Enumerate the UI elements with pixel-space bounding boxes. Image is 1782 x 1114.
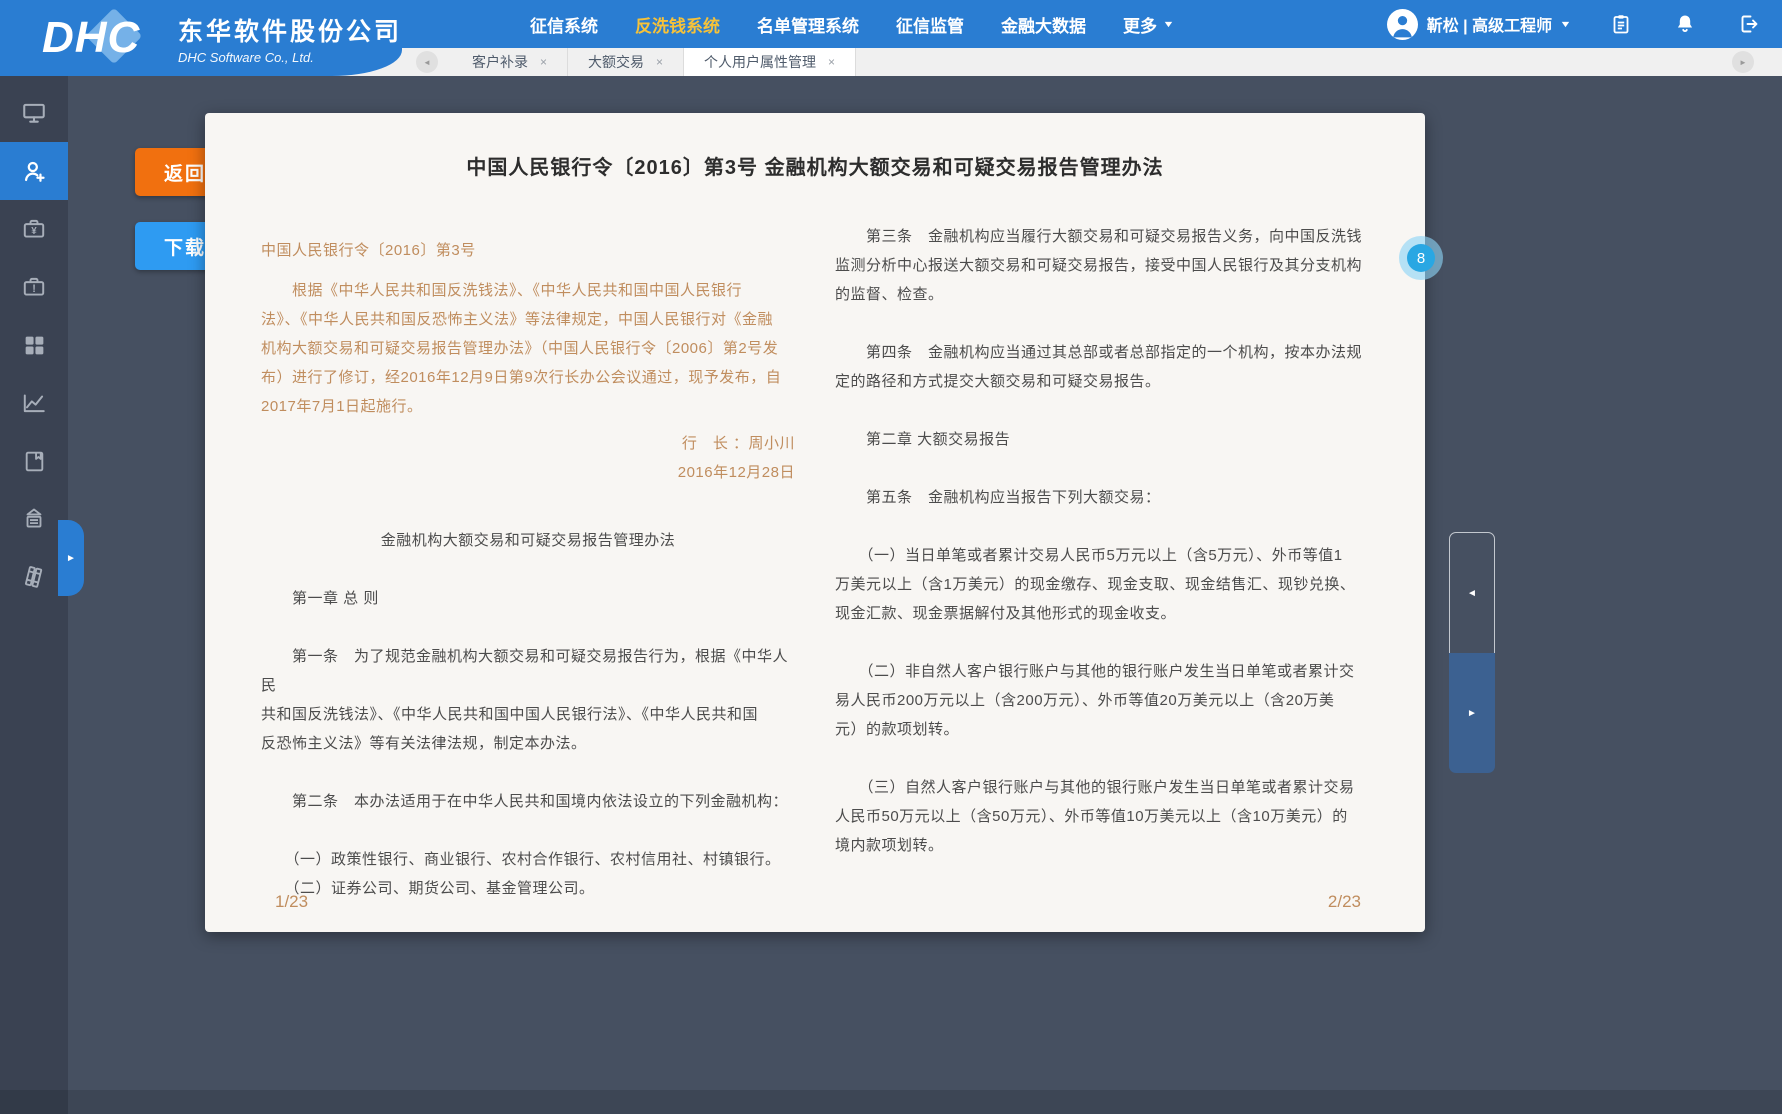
chapter-2-heading: 第二章 大额交易报告 [835,425,1369,454]
sidebar: ¥ ! [0,76,68,1114]
article-5-paragraph: 第五条 金融机构应当报告下列大额交易： [835,483,1369,512]
page-number-right: 2/23 [1328,892,1361,912]
chevron-right-icon: ► [1467,708,1477,719]
tab-label: 客户补录 [472,52,528,72]
tab-label: 大额交易 [588,52,644,72]
user-menu[interactable]: 靳松 | 高级工程师 ▼ [1387,9,1570,40]
company-name: 东华软件股份公司 [178,12,402,48]
book-icon [22,449,47,474]
chevron-left-icon: ◄ [423,58,431,67]
document-page-right: 第三条 金融机构应当履行大额交易和可疑交易报告义务，向中国反洗钱 监测分析中心报… [835,222,1369,903]
bottom-shade-band [0,1090,1782,1114]
tab-large-transaction[interactable]: 大额交易 × [568,48,684,76]
article-3-paragraph: 第三条 金融机构应当履行大额交易和可疑交易报告义务，向中国反洗钱 监测分析中心报… [835,222,1369,309]
dhc-logo: DHC [42,8,162,68]
bell-icon[interactable] [1672,11,1698,37]
sidebar-expand-handle[interactable]: ► [58,520,84,596]
user-icon [1387,9,1418,40]
nav-item-credit-supervision[interactable]: 征信监管 [896,12,964,37]
chevron-down-icon: ▼ [1559,19,1571,29]
preamble-paragraph: 根据《中华人民共和国反洗钱法》、《中华人民共和国中国人民银行 法》、《中华人民共… [261,276,795,421]
article-5-item-1: （一）当日单笔或者累计交易人民币5万元以上（含5万元）、外币等值1 万美元以上（… [835,541,1369,628]
document-pages: 中国人民银行令〔2016〕第3号 根据《中华人民共和国反洗钱法》、《中华人民共和… [205,222,1425,903]
article-4-paragraph: 第四条 金融机构应当通过其总部或者总部指定的一个机构，按本办法规 定的路径和方式… [835,338,1369,396]
decree-number: 中国人民银行令〔2016〕第3号 [261,236,795,265]
document-panel: 中国人民银行令〔2016〕第3号 金融机构大额交易和可疑交易报告管理办法 中国人… [205,113,1425,932]
alert-case-icon: ! [21,274,47,300]
sidebar-item-add-user[interactable] [0,142,68,200]
tab-personal-user-attribute[interactable]: 个人用户属性管理 × [684,48,856,76]
tab-scroll-right-button[interactable]: ► [1732,51,1754,73]
article-5-item-3: （三）自然人客户银行账户与其他的银行账户发生当日单笔或者累计交易 人民币50万元… [835,773,1369,860]
prev-page-button[interactable]: ◄ [1449,532,1495,654]
add-user-icon [21,158,48,185]
sidebar-item-apps[interactable] [0,316,68,374]
nav-item-anti-money-laundering[interactable]: 反洗钱系统 [635,12,720,37]
tab-scroll-left-button[interactable]: ◄ [416,51,438,73]
chevron-right-icon: ► [1739,58,1747,67]
chapter-1-heading: 第一章 总 则 [261,584,795,613]
badge-count: 8 [1407,244,1435,272]
chevron-left-icon: ◄ [1467,588,1477,599]
signboard-icon [21,506,47,532]
page-number-left: 1/23 [275,892,308,912]
ledger-icon [21,564,47,590]
tab-label: 个人用户属性管理 [704,52,816,72]
main-nav: 征信系统 反洗钱系统 名单管理系统 征信监管 金融大数据 更多 ▼ [530,0,1173,48]
chevron-right-icon: ► [66,553,76,564]
desktop-icon [21,100,47,126]
sidebar-item-alert-case[interactable]: ! [0,258,68,316]
nav-item-credit-reporting[interactable]: 征信系统 [530,12,598,37]
close-icon[interactable]: × [540,55,547,69]
article-2-paragraph: 第二条 本办法适用于在中华人民共和国境内依法设立的下列金融机构： [261,787,795,816]
cash-case-icon: ¥ [21,216,47,242]
header-user-area: 靳松 | 高级工程师 ▼ [1387,0,1762,48]
tab-customer-supplement[interactable]: 客户补录 × [452,48,568,76]
logo-abbr: DHC [42,13,140,63]
document-title: 中国人民银行令〔2016〕第3号 金融机构大额交易和可疑交易报告管理办法 [205,151,1425,180]
sidebar-item-cash-case[interactable]: ¥ [0,200,68,258]
article-1-paragraph: 第一条 为了规范金融机构大额交易和可疑交易报告行为，根据《中华人民 共和国反洗钱… [261,642,795,758]
close-icon[interactable]: × [828,55,835,69]
sidebar-item-desktop[interactable] [0,84,68,142]
apps-grid-icon [22,333,47,358]
logout-icon[interactable] [1736,11,1762,37]
next-page-button[interactable]: ► [1449,653,1495,773]
line-chart-icon [21,390,47,416]
user-name: 靳松 | 高级工程师 [1427,12,1552,36]
company-name-en: DHC Software Co., Ltd. [178,50,402,65]
sidebar-item-book[interactable] [0,432,68,490]
article-2-items: （一）政策性银行、商业银行、农村合作银行、农村信用社、村镇银行。 （二）证券公司… [261,845,795,903]
document-page-left: 中国人民银行令〔2016〕第3号 根据《中华人民共和国反洗钱法》、《中华人民共和… [261,222,795,903]
svg-text:¥: ¥ [31,226,37,237]
main-content: 返回 下载 中国人民银行令〔2016〕第3号 金融机构大额交易和可疑交易报告管理… [68,76,1782,1114]
sidebar-item-chart[interactable] [0,374,68,432]
document-subtitle: 金融机构大额交易和可疑交易报告管理办法 [261,526,795,555]
article-5-item-2: （二）非自然人客户银行账户与其他的银行账户发生当日单笔或者累计交 易人民币200… [835,657,1369,744]
app-window: ◄ 客户补录 × 大额交易 × 个人用户属性管理 × ► DHC 东华软件股份公… [0,0,1782,1114]
page-navigation: ◄ ► [1449,532,1495,773]
clipboard-icon[interactable] [1608,11,1634,37]
app-logo: DHC 东华软件股份公司 DHC Software Co., Ltd. [0,0,402,76]
signature-block: 行 长 ：周小川 2016年12月28日 [261,429,795,487]
nav-item-list-management[interactable]: 名单管理系统 [757,12,859,37]
close-icon[interactable]: × [656,55,663,69]
notification-badge[interactable]: 8 [1399,236,1443,280]
svg-text:!: ! [32,283,36,295]
nav-item-more[interactable]: 更多 ▼ [1123,12,1173,37]
avatar [1387,9,1418,40]
nav-item-financial-big-data[interactable]: 金融大数据 [1001,12,1086,37]
chevron-down-icon: ▼ [1162,19,1174,29]
